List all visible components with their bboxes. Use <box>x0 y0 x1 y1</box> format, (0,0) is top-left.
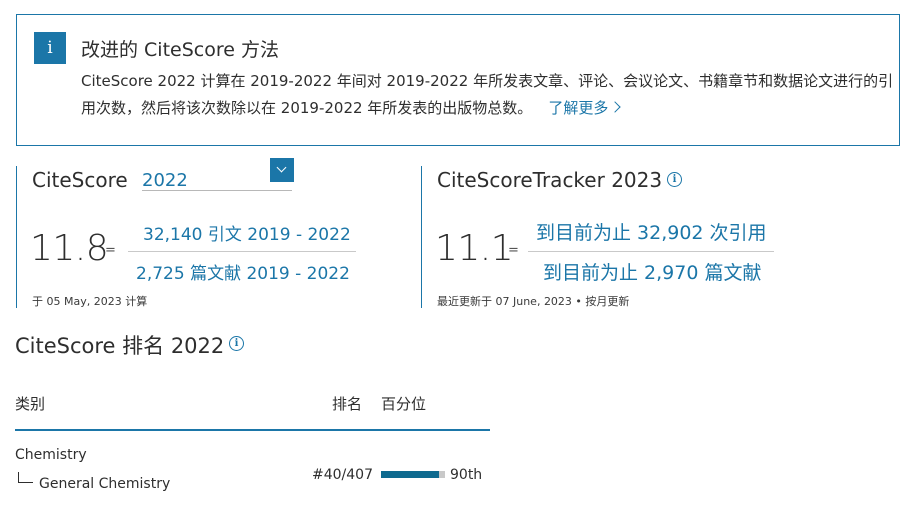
chevron-down-icon <box>276 162 287 173</box>
tree-branch-icon <box>18 472 33 483</box>
citescore-documents-link[interactable]: 2,725 篇文献 2019 - 2022 <box>136 259 350 284</box>
notice-body: CiteScore 2022 计算在 2019-2022 年间对 2019-20… <box>81 68 897 122</box>
info-icon: i <box>34 32 66 64</box>
info-circle-icon[interactable]: i <box>667 172 682 187</box>
tracker-footnote: 最近更新于 07 June, 2023 • 按月更新 <box>437 295 630 308</box>
column-header-rank: 排名 <box>332 395 363 413</box>
year-select-toggle[interactable] <box>270 158 294 182</box>
info-circle-icon[interactable]: i <box>229 336 244 351</box>
table-header-rule <box>15 429 490 431</box>
tracker-value: 11.1 <box>435 228 514 269</box>
citescore-equals: = <box>105 243 116 258</box>
tracker-panel-rule <box>421 166 422 308</box>
percentile-bar <box>381 471 445 478</box>
notice-body-line1: CiteScore 2022 计算在 2019-2022 年间对 2019-20… <box>81 72 894 90</box>
tracker-documents-link[interactable]: 到目前为止 2,970 篇文献 <box>543 258 761 285</box>
rank-section-title: CiteScore 排名 2022 <box>15 334 225 358</box>
tracker-fraction-line <box>528 251 774 252</box>
chevron-right-icon <box>609 101 621 113</box>
tracker-citations-link[interactable]: 到目前为止 32,902 次引用 <box>536 218 767 245</box>
learn-more-label: 了解更多 <box>548 99 609 117</box>
subfield-link[interactable]: General Chemistry <box>39 476 170 492</box>
citescore-label: CiteScore <box>32 168 128 192</box>
percentile-value: 90th <box>450 467 483 483</box>
citescore-footnote: 于 05 May, 2023 计算 <box>32 295 148 308</box>
learn-more-link[interactable]: 了解更多 <box>548 99 621 117</box>
notice-title: 改进的 CiteScore 方法 <box>81 39 279 61</box>
tracker-label: CiteScoreTracker 2023 <box>437 168 663 192</box>
field-name: Chemistry <box>15 447 87 463</box>
column-header-category: 类别 <box>15 395 46 413</box>
percentile-bar-fill <box>381 471 439 478</box>
methodology-notice: i 改进的 CiteScore 方法 CiteScore 2022 计算在 20… <box>16 14 900 146</box>
year-select-value: 2022 <box>142 170 188 191</box>
notice-body-line2: 用次数，然后将该次数除以在 2019-2022 年所发表的出版物总数。 <box>81 99 533 117</box>
citescore-value: 11.8 <box>30 228 109 269</box>
citescore-fraction-line <box>128 251 356 252</box>
column-header-percentile: 百分位 <box>381 395 427 413</box>
rank-value: #40/407 <box>312 467 373 483</box>
citescore-citations-link[interactable]: 32,140 引文 2019 - 2022 <box>143 220 351 245</box>
tracker-equals: = <box>508 243 519 258</box>
citescore-panel-rule <box>16 166 17 308</box>
